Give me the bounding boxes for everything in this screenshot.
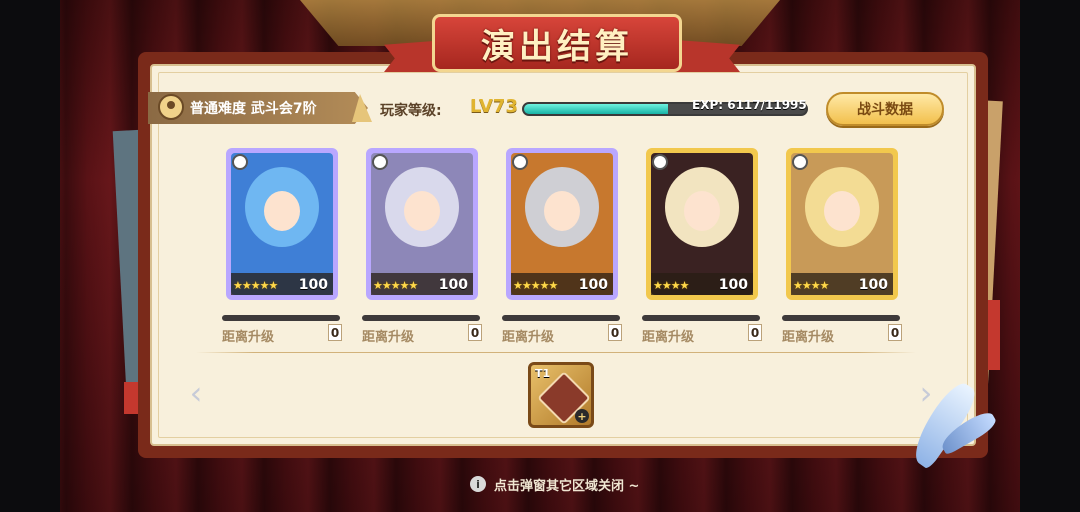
upgrade-value: 0: [468, 324, 482, 341]
character-face: [544, 191, 580, 231]
difficulty-text: 普通难度 武斗会7阶: [190, 101, 317, 117]
character-face: [684, 191, 720, 231]
character-card[interactable]: ★★★★★ 100: [506, 148, 618, 300]
upgrade-label: 距离升级: [502, 330, 555, 345]
page-title: 演出结算: [481, 26, 633, 67]
close-hint-text: 点击弹窗其它区域关闭 ~: [494, 478, 640, 494]
character-face: [824, 191, 860, 231]
card-level: 100: [718, 277, 748, 293]
left-border: [0, 0, 60, 512]
battle-data-button[interactable]: 战斗数据: [826, 92, 944, 126]
star-rating: ★★★★★: [373, 279, 418, 292]
info-icon: i: [470, 476, 486, 492]
card-level: 100: [298, 277, 328, 293]
upgrade-progress-bar: [362, 315, 480, 321]
divider: [196, 352, 916, 353]
upgrade-value: 0: [748, 324, 762, 341]
character-card[interactable]: ★★★★ 100: [786, 148, 898, 300]
upgrade-progress-bar: [222, 315, 340, 321]
character-card[interactable]: ★★★★ 100: [646, 148, 758, 300]
card-level: 100: [438, 277, 468, 293]
upgrade-value: 0: [608, 324, 622, 341]
element-icon: [232, 154, 248, 170]
element-icon: [512, 154, 528, 170]
card-level: 100: [858, 277, 888, 293]
star-rating: ★★★★: [653, 279, 689, 292]
player-level: LV73: [470, 96, 518, 117]
title-banner: 演出结算: [432, 14, 682, 72]
upgrade-progress-bar: [642, 315, 760, 321]
right-border: [1020, 0, 1080, 512]
plus-icon: +: [575, 409, 589, 423]
element-icon: [792, 154, 808, 170]
character-card[interactable]: ★★★★★ 100: [226, 148, 338, 300]
card-level: 100: [578, 277, 608, 293]
exp-bar-fill: [524, 104, 668, 114]
upgrade-value: 0: [328, 324, 342, 341]
reward-item-label: T1: [535, 367, 551, 380]
location-pin-icon: [158, 94, 184, 120]
player-level-label: 玩家等级:: [380, 103, 442, 119]
upgrade-progress-bar: [502, 315, 620, 321]
upgrade-progress-bar: [782, 315, 900, 321]
star-rating: ★★★★: [793, 279, 829, 292]
upgrade-label: 距离升级: [222, 330, 275, 345]
close-hint: i 点击弹窗其它区域关闭 ~: [470, 474, 639, 494]
exp-text: EXP: 6117/11995: [692, 98, 807, 112]
star-rating: ★★★★★: [233, 279, 278, 292]
upgrade-value: 0: [888, 324, 902, 341]
prev-arrow-icon[interactable]: ‹: [186, 374, 206, 412]
upgrade-label: 距离升级: [362, 330, 415, 345]
next-arrow-icon[interactable]: ›: [916, 374, 936, 412]
upgrade-label: 距离升级: [642, 330, 695, 345]
reward-item[interactable]: T1 +: [528, 362, 594, 428]
character-card[interactable]: ★★★★★ 100: [366, 148, 478, 300]
star-rating: ★★★★★: [513, 279, 558, 292]
character-face: [264, 191, 300, 231]
element-icon: [652, 154, 668, 170]
element-icon: [372, 154, 388, 170]
upgrade-label: 距离升级: [782, 330, 835, 345]
character-face: [404, 191, 440, 231]
